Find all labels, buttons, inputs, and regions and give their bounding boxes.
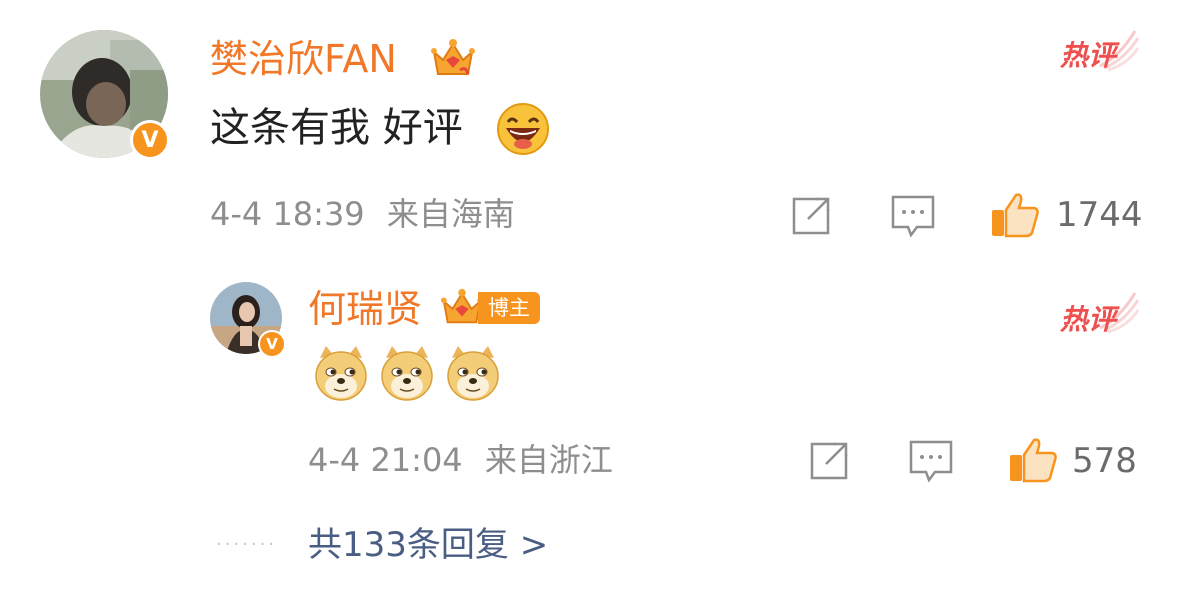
reply-time: 4-4 21:04 <box>308 441 463 479</box>
reply-username[interactable]: 何瑞贤 <box>308 290 422 328</box>
reply-like-count: 578 <box>1072 441 1137 481</box>
comment-time: 4-4 18:39 <box>210 195 365 233</box>
share-icon[interactable] <box>808 440 850 482</box>
blogger-badge: 博主 <box>478 292 540 324</box>
comment-thread: V 樊治欣FAN 热评 这条有我 好评 4-4 18:39 来自海南 1744 … <box>0 0 1180 600</box>
comment-avatar[interactable]: V <box>40 30 170 160</box>
crown-icon <box>431 39 475 75</box>
divider-dots: ······· <box>216 534 278 555</box>
doge-emoji <box>447 346 499 401</box>
like-icon[interactable] <box>1008 437 1058 483</box>
reply-comment-icon[interactable] <box>890 194 936 238</box>
comment-like-count: 1744 <box>1056 195 1143 235</box>
comment-text: 这条有我 好评 <box>210 105 463 151</box>
verified-v-icon: V <box>130 120 170 160</box>
grinning-face-emoji <box>497 103 549 155</box>
like-icon[interactable] <box>990 192 1040 238</box>
share-icon[interactable] <box>790 195 832 237</box>
view-all-replies-link[interactable]: 共133条回复 > <box>308 528 548 562</box>
doge-emoji <box>381 346 433 401</box>
reply-comment-icon[interactable] <box>908 439 954 483</box>
verified-v-icon: V <box>258 330 286 358</box>
reply-avatar[interactable]: V <box>210 282 286 358</box>
comment-meta: 4-4 18:39 来自海南 <box>210 198 515 230</box>
comment-username[interactable]: 樊治欣FAN <box>210 40 397 78</box>
doge-emoji <box>315 346 367 401</box>
reply-location: 来自浙江 <box>484 441 613 479</box>
reply-meta: 4-4 21:04 来自浙江 <box>308 444 613 476</box>
comment-location: 来自海南 <box>386 195 515 233</box>
reply-content <box>308 344 508 404</box>
